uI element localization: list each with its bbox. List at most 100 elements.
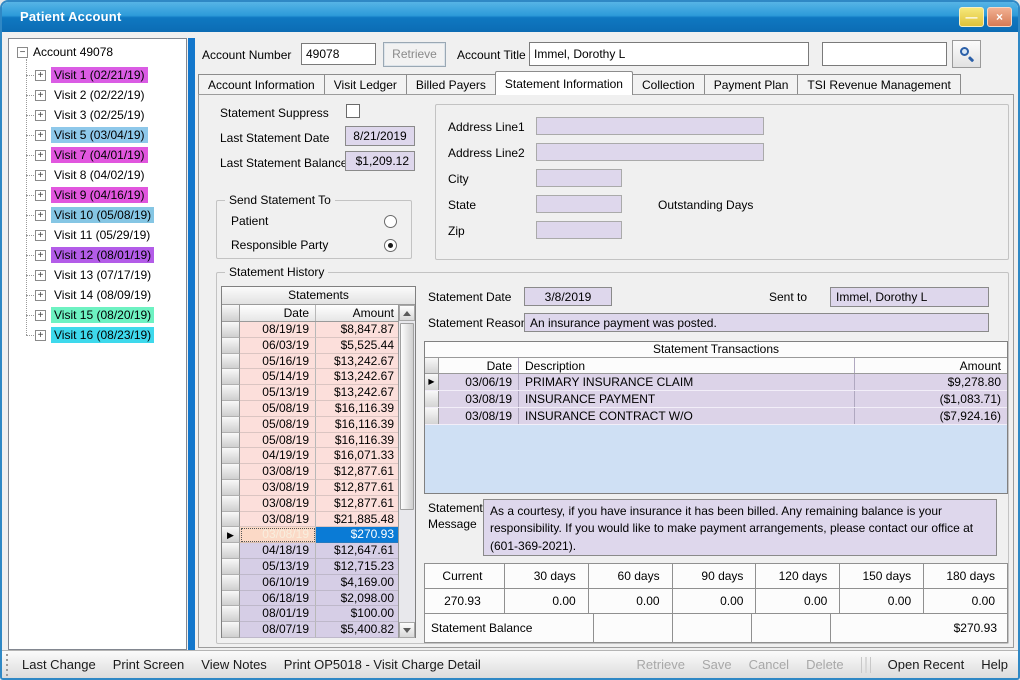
status-item-view-notes[interactable]: View Notes bbox=[201, 657, 267, 672]
expand-plus-icon[interactable]: + bbox=[35, 250, 46, 261]
statement-date-cell[interactable]: 05/13/19 bbox=[240, 385, 316, 401]
statement-date-cell[interactable]: 04/19/19 bbox=[240, 448, 316, 464]
statement-date-cell[interactable]: 06/03/19 bbox=[240, 338, 316, 354]
statement-row[interactable]: 06/03/19$5,525.44 bbox=[222, 338, 398, 354]
tab-billed-payers[interactable]: Billed Payers bbox=[406, 74, 496, 95]
row-selector[interactable] bbox=[425, 408, 439, 424]
address-line1-field[interactable] bbox=[536, 117, 764, 135]
tree-item[interactable]: +Visit 10 (05/08/19) bbox=[35, 205, 154, 225]
statement-row[interactable]: 05/14/19$13,242.67 bbox=[222, 369, 398, 385]
statement-date-cell[interactable]: 05/14/19 bbox=[240, 369, 316, 385]
statement-row[interactable]: 03/08/19$12,877.61 bbox=[222, 480, 398, 496]
statement-row[interactable]: 08/19/19$8,847.87 bbox=[222, 322, 398, 338]
expand-plus-icon[interactable]: + bbox=[35, 190, 46, 201]
row-selector[interactable] bbox=[222, 354, 240, 370]
transaction-description-cell[interactable]: PRIMARY INSURANCE CLAIM bbox=[519, 374, 855, 390]
tree-item[interactable]: +Visit 12 (08/01/19) bbox=[35, 245, 154, 265]
statement-amount-cell[interactable]: $12,877.61 bbox=[316, 480, 398, 496]
expand-plus-icon[interactable]: + bbox=[35, 110, 46, 121]
statement-date-cell[interactable]: 03/08/19 bbox=[240, 496, 316, 512]
panel-splitter[interactable] bbox=[188, 38, 195, 650]
row-selector[interactable] bbox=[222, 385, 240, 401]
statement-amount-cell[interactable]: $16,071.33 bbox=[316, 448, 398, 464]
row-selector[interactable] bbox=[222, 464, 240, 480]
expand-plus-icon[interactable]: + bbox=[35, 70, 46, 81]
row-selector[interactable] bbox=[222, 448, 240, 464]
row-selector[interactable] bbox=[222, 480, 240, 496]
transaction-amount-cell[interactable]: ($7,924.16) bbox=[855, 408, 1007, 424]
status-item-help[interactable]: Help bbox=[981, 657, 1008, 672]
amount-column-header[interactable]: Amount bbox=[316, 305, 398, 321]
row-selector[interactable] bbox=[222, 417, 240, 433]
statement-row[interactable]: 06/10/19$4,169.00 bbox=[222, 575, 398, 591]
close-icon[interactable]: × bbox=[987, 7, 1012, 27]
statement-row[interactable]: 03/08/19$21,885.48 bbox=[222, 512, 398, 528]
row-selector[interactable] bbox=[222, 559, 240, 575]
current-row-arrow-icon[interactable]: ▶ bbox=[222, 527, 240, 543]
statement-row[interactable]: 05/08/19$16,116.39 bbox=[222, 417, 398, 433]
tree-item[interactable]: +Visit 8 (04/02/19) bbox=[35, 165, 154, 185]
row-selector[interactable] bbox=[222, 322, 240, 338]
transaction-date-cell[interactable]: 03/06/19 bbox=[439, 374, 519, 390]
status-item-print-op5018-visit-charge-detail[interactable]: Print OP5018 - Visit Charge Detail bbox=[284, 657, 481, 672]
statement-amount-cell[interactable]: $16,116.39 bbox=[316, 417, 398, 433]
tree-item[interactable]: +Visit 13 (07/17/19) bbox=[35, 265, 154, 285]
status-item-open-recent[interactable]: Open Recent bbox=[888, 657, 965, 672]
statement-date-cell[interactable]: 08/01/19 bbox=[240, 606, 316, 622]
account-title-input[interactable] bbox=[529, 42, 809, 66]
tab-visit-ledger[interactable]: Visit Ledger bbox=[324, 74, 407, 95]
row-selector[interactable] bbox=[222, 591, 240, 607]
statement-amount-cell[interactable]: $13,242.67 bbox=[316, 354, 398, 370]
expand-plus-icon[interactable]: + bbox=[35, 270, 46, 281]
transaction-row[interactable]: 03/08/19INSURANCE CONTRACT W/O($7,924.16… bbox=[425, 408, 1007, 425]
minimize-icon[interactable]: — bbox=[959, 7, 984, 27]
tab-statement-information[interactable]: Statement Information bbox=[495, 71, 633, 95]
account-number-input[interactable] bbox=[301, 43, 376, 65]
tree-item[interactable]: +Visit 1 (02/21/19) bbox=[35, 65, 154, 85]
row-selector[interactable] bbox=[222, 622, 240, 638]
collapse-minus-icon[interactable]: − bbox=[17, 47, 28, 58]
statement-amount-cell[interactable]: $13,242.67 bbox=[316, 385, 398, 401]
transaction-amount-cell[interactable]: $9,278.80 bbox=[855, 374, 1007, 390]
statement-date-cell[interactable]: 05/13/19 bbox=[240, 559, 316, 575]
tab-payment-plan[interactable]: Payment Plan bbox=[704, 74, 799, 95]
city-field[interactable] bbox=[536, 169, 622, 187]
statement-date-cell[interactable]: 03/08/19 bbox=[240, 464, 316, 480]
expand-plus-icon[interactable]: + bbox=[35, 150, 46, 161]
statements-scrollbar[interactable] bbox=[398, 305, 415, 638]
transaction-row[interactable]: ▶03/06/19PRIMARY INSURANCE CLAIM$9,278.8… bbox=[425, 374, 1007, 391]
statement-amount-cell[interactable]: $12,647.61 bbox=[316, 543, 398, 559]
transaction-amount-cell[interactable]: ($1,083.71) bbox=[855, 391, 1007, 407]
transaction-row[interactable]: 03/08/19INSURANCE PAYMENT($1,083.71) bbox=[425, 391, 1007, 408]
statement-amount-cell[interactable]: $12,877.61 bbox=[316, 496, 398, 512]
expand-plus-icon[interactable]: + bbox=[35, 130, 46, 141]
transaction-date-cell[interactable]: 03/08/19 bbox=[439, 408, 519, 424]
tab-account-information[interactable]: Account Information bbox=[198, 74, 325, 95]
statement-date-cell[interactable]: 05/08/19 bbox=[240, 401, 316, 417]
statement-amount-cell[interactable]: $4,169.00 bbox=[316, 575, 398, 591]
row-selector[interactable] bbox=[222, 575, 240, 591]
description-column-header[interactable]: Description bbox=[519, 358, 855, 373]
row-selector[interactable] bbox=[222, 606, 240, 622]
expand-plus-icon[interactable]: + bbox=[35, 90, 46, 101]
statement-date-cell[interactable]: 08/07/19 bbox=[240, 622, 316, 638]
expand-plus-icon[interactable]: + bbox=[35, 230, 46, 241]
statement-row[interactable]: 03/08/19$12,877.61 bbox=[222, 464, 398, 480]
row-selector[interactable] bbox=[222, 543, 240, 559]
statement-amount-cell[interactable]: $8,847.87 bbox=[316, 322, 398, 338]
statement-amount-cell[interactable]: $100.00 bbox=[316, 606, 398, 622]
statement-row[interactable]: 04/18/19$12,647.61 bbox=[222, 543, 398, 559]
statement-amount-cell[interactable]: $12,715.23 bbox=[316, 559, 398, 575]
scroll-down-icon[interactable] bbox=[399, 622, 415, 638]
retrieve-button[interactable]: Retrieve bbox=[383, 42, 446, 67]
statement-amount-cell[interactable]: $2,098.00 bbox=[316, 591, 398, 607]
tree-item[interactable]: +Visit 9 (04/16/19) bbox=[35, 185, 154, 205]
statement-amount-cell[interactable]: $16,116.39 bbox=[316, 433, 398, 449]
statement-date-cell[interactable]: 03/08/19 bbox=[240, 512, 316, 528]
statement-row[interactable]: 06/18/19$2,098.00 bbox=[222, 591, 398, 607]
statement-amount-cell[interactable]: $270.93 bbox=[316, 527, 398, 543]
statement-amount-cell[interactable]: $12,877.61 bbox=[316, 464, 398, 480]
statement-row[interactable]: 03/08/19$12,877.61 bbox=[222, 496, 398, 512]
expand-plus-icon[interactable]: + bbox=[35, 330, 46, 341]
scroll-up-icon[interactable] bbox=[399, 305, 415, 321]
